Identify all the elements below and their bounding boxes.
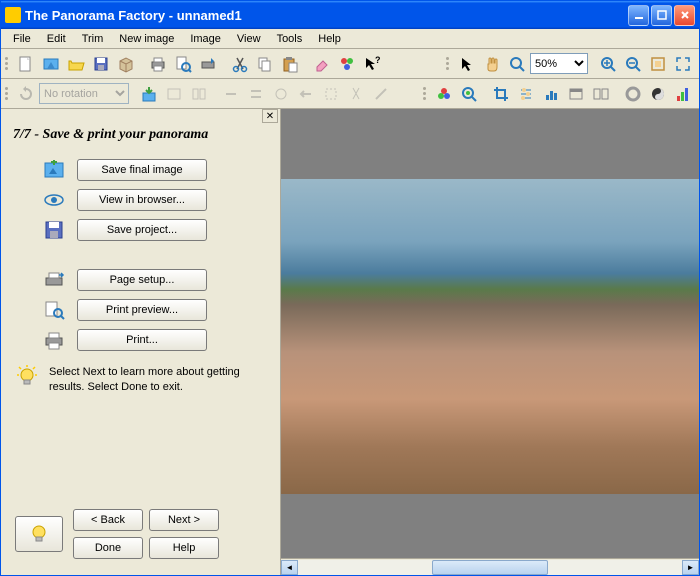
paste-icon[interactable]: [278, 52, 302, 76]
rotate-icon[interactable]: [14, 82, 38, 106]
tool-c-icon[interactable]: [219, 82, 243, 106]
close-button[interactable]: [674, 5, 695, 26]
help-cursor-icon[interactable]: ?: [360, 52, 384, 76]
page-setup-icon[interactable]: [196, 52, 220, 76]
bulb-hint-icon: [15, 365, 41, 389]
scroll-thumb[interactable]: [432, 560, 547, 575]
pointer-icon[interactable]: [455, 52, 479, 76]
hints-toggle-button[interactable]: [15, 516, 63, 552]
save-project-button[interactable]: Save project...: [77, 219, 207, 241]
print-button[interactable]: Print...: [77, 329, 207, 351]
save-image-icon: [41, 158, 67, 182]
toolbar-grip[interactable]: [446, 52, 452, 76]
window-title: The Panorama Factory - unnamed1: [25, 8, 628, 23]
next-button[interactable]: Next >: [149, 509, 219, 531]
toolbar-secondary: No rotation: [1, 79, 699, 109]
tool-b-icon[interactable]: [187, 82, 211, 106]
viewer-canvas[interactable]: [281, 109, 699, 558]
print-preview-icon[interactable]: [171, 52, 195, 76]
crop-icon[interactable]: [489, 82, 513, 106]
scroll-track[interactable]: [298, 560, 682, 575]
hand-icon[interactable]: [480, 52, 504, 76]
adjust-tool-icon[interactable]: [514, 82, 538, 106]
panel-close-icon[interactable]: ✕: [262, 109, 278, 123]
save-icon[interactable]: [89, 52, 113, 76]
scroll-left-icon[interactable]: ◄: [281, 560, 298, 575]
hue-icon[interactable]: [621, 82, 645, 106]
rgb-icon[interactable]: [432, 82, 456, 106]
copy-icon[interactable]: [253, 52, 277, 76]
zoom-out-icon[interactable]: [621, 52, 645, 76]
print-preview-icon: [41, 298, 67, 322]
titlebar: The Panorama Factory - unnamed1: [1, 1, 699, 29]
tool-g-icon[interactable]: [319, 82, 343, 106]
cut-icon[interactable]: [228, 52, 252, 76]
new-icon[interactable]: [14, 52, 38, 76]
open-icon[interactable]: [64, 52, 88, 76]
wizard-icon[interactable]: [39, 52, 63, 76]
image-viewer: ◄ ►: [281, 109, 699, 575]
print-icon[interactable]: [146, 52, 170, 76]
zoom-in-icon[interactable]: [596, 52, 620, 76]
save-final-image-button[interactable]: Save final image: [77, 159, 207, 181]
menu-view[interactable]: View: [229, 31, 269, 47]
fit-window-icon[interactable]: [646, 52, 670, 76]
maximize-button[interactable]: [651, 5, 672, 26]
toolbar-grip[interactable]: [5, 82, 11, 106]
view-in-browser-button[interactable]: View in browser...: [77, 189, 207, 211]
scroll-right-icon[interactable]: ►: [682, 560, 699, 575]
print-icon: [41, 328, 67, 352]
minimize-button[interactable]: [628, 5, 649, 26]
menu-image[interactable]: Image: [182, 31, 229, 47]
save-project-icon: [41, 218, 67, 242]
zoom-icon[interactable]: [505, 52, 529, 76]
fullscreen-icon[interactable]: [671, 52, 695, 76]
print-preview-button[interactable]: Print preview...: [77, 299, 207, 321]
wizard-step-title: 7/7 - Save & print your panorama: [1, 109, 280, 155]
menu-edit[interactable]: Edit: [39, 31, 74, 47]
app-icon: [5, 7, 21, 23]
tool-h-icon[interactable]: [344, 82, 368, 106]
page-setup-button[interactable]: Page setup...: [77, 269, 207, 291]
svg-text:?: ?: [375, 55, 381, 65]
window-a-icon[interactable]: [564, 82, 588, 106]
histogram-icon[interactable]: [671, 82, 695, 106]
horizontal-scrollbar[interactable]: ◄ ►: [281, 558, 699, 575]
tool-f-icon[interactable]: [294, 82, 318, 106]
menu-tools[interactable]: Tools: [269, 31, 311, 47]
rotation-select[interactable]: No rotation: [39, 83, 129, 104]
levels-icon[interactable]: [539, 82, 563, 106]
wizard-panel: ✕ 7/7 - Save & print your panorama Save …: [1, 109, 281, 575]
menu-new-image[interactable]: New image: [111, 31, 182, 47]
inspect-icon[interactable]: [457, 82, 481, 106]
tool-e-icon[interactable]: [269, 82, 293, 106]
toolbar-grip[interactable]: [423, 82, 429, 106]
yinyang-icon[interactable]: [646, 82, 670, 106]
page-setup-icon: [41, 268, 67, 292]
toolbar-grip[interactable]: [5, 52, 11, 76]
help-button[interactable]: Help: [149, 537, 219, 559]
menubar: File Edit Trim New image Image View Tool…: [1, 29, 699, 49]
back-button[interactable]: < Back: [73, 509, 143, 531]
tool-d-icon[interactable]: [244, 82, 268, 106]
toolbar-main: ? 50%: [1, 49, 699, 79]
menu-help[interactable]: Help: [310, 31, 349, 47]
zoom-select[interactable]: 50%: [530, 53, 588, 74]
menu-trim[interactable]: Trim: [74, 31, 112, 47]
hint-text: Select Next to learn more about getting …: [49, 365, 266, 395]
color-picker-icon[interactable]: [335, 52, 359, 76]
import-icon[interactable]: [137, 82, 161, 106]
panorama-image: [281, 179, 699, 494]
tool-a-icon[interactable]: [162, 82, 186, 106]
package-icon[interactable]: [114, 52, 138, 76]
done-button[interactable]: Done: [73, 537, 143, 559]
eraser-icon[interactable]: [310, 52, 334, 76]
menu-file[interactable]: File: [5, 31, 39, 47]
eye-icon: [41, 188, 67, 212]
window-b-icon[interactable]: [589, 82, 613, 106]
tool-i-icon[interactable]: [369, 82, 393, 106]
